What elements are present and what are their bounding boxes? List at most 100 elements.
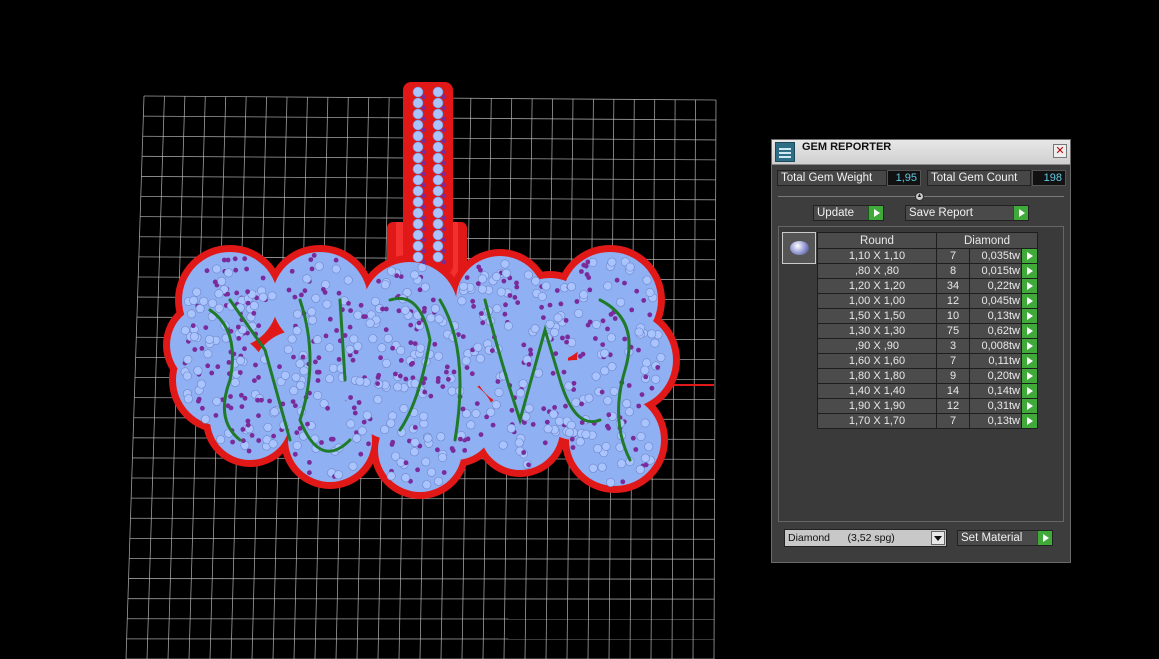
- gem-stone: [293, 309, 303, 319]
- gem-stone: [438, 452, 448, 462]
- gem-prong: [539, 304, 544, 310]
- grid-line-horizontal: [129, 537, 715, 540]
- gem-prong: [471, 304, 476, 309]
- gem-prong: [328, 436, 334, 442]
- gem-prong: [358, 302, 364, 308]
- gem-prong: [475, 281, 481, 286]
- panel-titlebar[interactable]: GEM REPORTER ✕: [772, 140, 1070, 165]
- gem-size-cell: 1,70 X 1,70: [817, 413, 937, 429]
- table-row[interactable]: 1,30 X 1,30 75 0,62tw: [817, 323, 1038, 339]
- table-row[interactable]: 1,60 X 1,60 7 0,11tw: [817, 353, 1038, 369]
- gem-prong: [403, 376, 409, 382]
- select-gem-arrow-icon[interactable]: [1021, 353, 1038, 369]
- gem-stone: [325, 374, 335, 384]
- gem-size-cell: 1,10 X 1,10: [817, 248, 937, 264]
- gem-stone: [212, 264, 222, 274]
- gem-prong: [256, 323, 262, 329]
- table-row[interactable]: 1,90 X 1,90 12 0,31tw: [817, 398, 1038, 414]
- gem-prong: [226, 360, 232, 365]
- gem-weight-cell: 0,20tw: [969, 368, 1022, 384]
- select-gem-arrow-icon[interactable]: [1021, 398, 1038, 414]
- set-material-button[interactable]: Set Material: [957, 530, 1053, 546]
- gem-stone: [196, 379, 206, 389]
- gem-prong: [521, 342, 527, 348]
- gem-prong: [239, 404, 245, 409]
- gem-prong: [319, 440, 324, 445]
- gem-stone: [575, 437, 585, 447]
- select-gem-arrow-icon[interactable]: [1021, 293, 1038, 309]
- gem-stone: [432, 229, 444, 241]
- select-gem-arrow-icon[interactable]: [1021, 413, 1038, 429]
- gem-prong: [563, 403, 568, 409]
- update-button[interactable]: Update: [813, 205, 884, 221]
- gem-prong: [351, 405, 357, 411]
- gem-prong: [649, 385, 655, 391]
- gem-stone: [370, 296, 380, 306]
- chevron-down-icon[interactable]: [931, 531, 945, 545]
- gem-reporter-panel: GEM REPORTER ✕ Total Gem Weight 1,95 Tot…: [771, 139, 1071, 563]
- round-diamond-icon[interactable]: [782, 232, 816, 264]
- gem-prong: [614, 277, 620, 283]
- total-gem-weight-value: 1,95: [887, 170, 921, 186]
- gem-stone: [412, 174, 424, 186]
- gem-stone: [386, 418, 396, 428]
- gem-prong: [501, 278, 507, 284]
- gem-prong: [294, 430, 300, 435]
- table-row[interactable]: 1,80 X 1,80 9 0,20tw: [817, 368, 1038, 384]
- gem-stone: [352, 433, 362, 443]
- gem-prong: [199, 346, 205, 351]
- save-report-button[interactable]: Save Report: [905, 205, 1029, 221]
- gem-stone: [410, 437, 420, 447]
- table-row[interactable]: 1,00 X 1,00 12 0,045tw: [817, 293, 1038, 309]
- gem-prong: [462, 448, 468, 453]
- select-gem-arrow-icon[interactable]: [1021, 263, 1038, 279]
- gem-stone: [498, 440, 508, 450]
- table-row[interactable]: 1,20 X 1,20 34 0,22tw: [817, 278, 1038, 294]
- gem-prong: [225, 403, 231, 409]
- gem-count-cell: 7: [936, 248, 970, 264]
- gem-prong: [209, 370, 215, 376]
- table-row[interactable]: 1,70 X 1,70 7 0,13tw: [817, 413, 1038, 429]
- gem-prong: [348, 308, 353, 313]
- gem-prong: [629, 307, 635, 313]
- gem-prong: [593, 336, 598, 341]
- material-select[interactable]: Diamond (3,52 spg): [784, 529, 947, 547]
- gem-prong: [237, 370, 243, 375]
- gem-stone: [292, 326, 302, 336]
- select-gem-arrow-icon[interactable]: [1021, 308, 1038, 324]
- grid-line-horizontal: [130, 517, 715, 520]
- gem-prong: [478, 432, 484, 437]
- gem-prong: [203, 325, 209, 330]
- select-gem-arrow-icon[interactable]: [1021, 368, 1038, 384]
- gem-prong: [408, 322, 414, 328]
- gem-prong: [421, 193, 427, 199]
- gem-stone: [283, 344, 293, 354]
- gem-stone: [579, 290, 589, 300]
- select-gem-arrow-icon[interactable]: [1021, 323, 1038, 339]
- pendant-model[interactable]: [163, 82, 680, 499]
- select-gem-arrow-icon[interactable]: [1021, 383, 1038, 399]
- gem-prong: [464, 275, 470, 280]
- collapse-toggle-icon[interactable]: ▲: [915, 192, 924, 201]
- table-row[interactable]: 1,10 X 1,10 7 0,035tw: [817, 248, 1038, 264]
- gem-prong: [479, 311, 484, 316]
- gem-prong: [547, 302, 553, 308]
- select-gem-arrow-icon[interactable]: [1021, 278, 1038, 294]
- gem-stone: [280, 370, 290, 380]
- gem-prong: [643, 374, 649, 380]
- select-gem-arrow-icon[interactable]: [1021, 248, 1038, 264]
- gem-prong: [230, 439, 236, 445]
- close-icon[interactable]: ✕: [1053, 144, 1067, 158]
- gem-prong: [309, 266, 315, 272]
- gem-prong: [502, 311, 508, 317]
- select-gem-arrow-icon[interactable]: [1021, 338, 1038, 354]
- gem-weight-cell: 0,22tw: [969, 278, 1022, 294]
- gem-prong: [246, 448, 252, 454]
- table-row[interactable]: 1,40 X 1,40 14 0,14tw: [817, 383, 1038, 399]
- table-row[interactable]: ,90 X ,90 3 0,008tw: [817, 338, 1038, 354]
- gem-stone: [432, 86, 444, 98]
- table-row[interactable]: ,80 X ,80 8 0,015tw: [817, 263, 1038, 279]
- gem-prong: [605, 326, 610, 332]
- gem-prong: [361, 419, 367, 425]
- table-row[interactable]: 1,50 X 1,50 10 0,13tw: [817, 308, 1038, 324]
